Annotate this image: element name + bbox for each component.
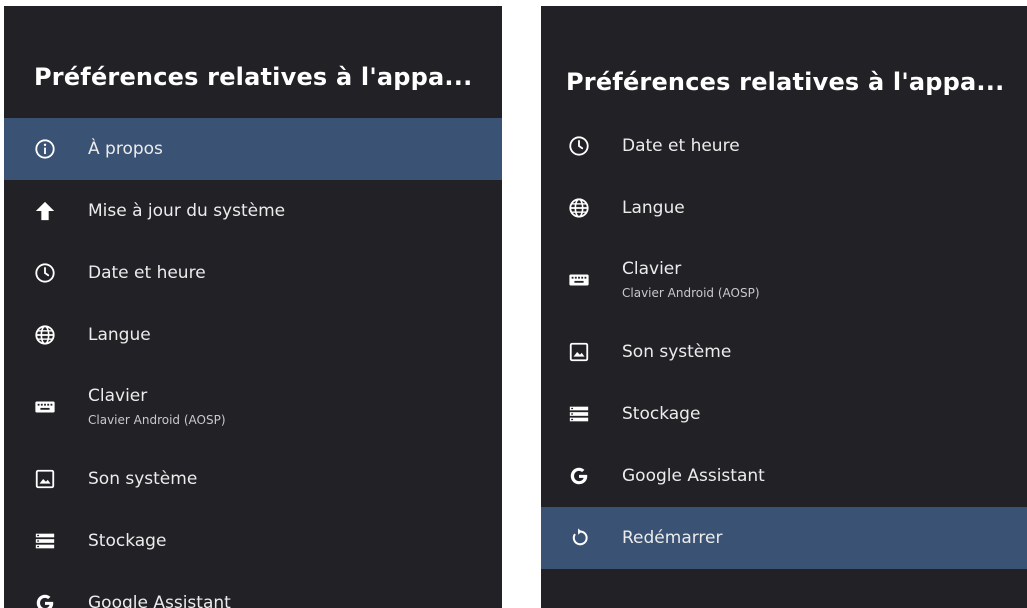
settings-item-sublabel: Clavier Android (AOSP) [622,286,760,300]
restart-icon [568,527,590,549]
settings-item-system-sound[interactable]: Son système [541,321,1027,383]
settings-item-label: Google Assistant [622,466,765,486]
settings-item-google-assistant[interactable]: Google Assistant [4,572,502,608]
storage-icon [568,403,590,425]
settings-item-label: Stockage [622,404,701,424]
settings-item-storage[interactable]: Stockage [541,383,1027,445]
settings-item-label: Date et heure [622,136,740,156]
settings-item-label: Google Assistant [88,593,231,608]
page-title: Préférences relatives à l'appa... [34,63,473,91]
globe-icon [34,324,56,346]
storage-icon [34,530,56,552]
keyboard-icon [568,269,590,291]
globe-icon [568,197,590,219]
clock-icon [34,262,56,284]
clock-icon [568,135,590,157]
settings-item-system-update[interactable]: Mise à jour du système [4,180,502,242]
settings-item-label: Son système [88,469,198,489]
settings-item-label: Stockage [88,531,167,551]
settings-item-label: Langue [88,325,151,345]
settings-item-label: Mise à jour du système [88,201,286,221]
google-icon [34,592,56,608]
settings-item-label: À propos [88,139,163,159]
settings-item-label: Redémarrer [622,528,723,548]
settings-item-label: Clavier [622,259,682,279]
settings-list: À propos Mise à jour du système Date et … [4,118,502,608]
settings-item-label: Date et heure [88,263,206,283]
settings-item-label: Langue [622,198,685,218]
keyboard-icon [34,396,56,418]
google-icon [568,465,590,487]
page-title: Préférences relatives à l'appa... [566,68,1005,96]
settings-item-restart[interactable]: Redémarrer [541,507,1027,569]
settings-item-sublabel: Clavier Android (AOSP) [88,413,226,427]
settings-item-label: Son système [622,342,732,362]
image-icon [34,468,56,490]
info-icon [34,138,56,160]
settings-item-keyboard[interactable]: Clavier Clavier Android (AOSP) [4,366,502,448]
image-icon [568,341,590,363]
settings-item-date-time[interactable]: Date et heure [541,115,1027,177]
settings-item-google-assistant[interactable]: Google Assistant [541,445,1027,507]
settings-item-system-sound[interactable]: Son système [4,448,502,510]
arrow-up-icon [34,200,56,222]
settings-panel-right: Préférences relatives à l'appa... Date e… [541,6,1027,608]
settings-item-label: Clavier [88,386,148,406]
settings-item-date-time[interactable]: Date et heure [4,242,502,304]
settings-panel-left: Préférences relatives à l'appa... À prop… [4,6,502,608]
settings-item-language[interactable]: Langue [4,304,502,366]
settings-item-language[interactable]: Langue [541,177,1027,239]
settings-item-keyboard[interactable]: Clavier Clavier Android (AOSP) [541,239,1027,321]
settings-item-about[interactable]: À propos [4,118,502,180]
settings-item-storage[interactable]: Stockage [4,510,502,572]
settings-list: Date et heure Langue Clavier Clavier And… [541,115,1027,569]
